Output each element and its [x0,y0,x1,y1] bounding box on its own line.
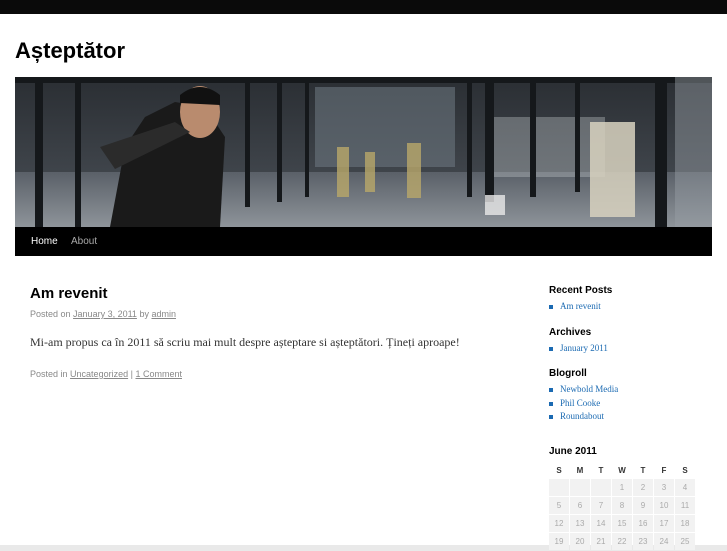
calendar-day-header: F [661,466,667,475]
post-date-link[interactable]: January 3, 2011 [73,309,137,319]
calendar-day: 18 [675,515,695,532]
recent-post-link[interactable]: Am revenit [560,301,601,311]
calendar-day-header: S [556,466,562,475]
widget-title-recent: Recent Posts [549,285,613,296]
post: Am revenit Posted on January 3, 2011 by … [30,284,510,380]
calendar-day [591,479,611,496]
list-item: Roundabout [549,410,714,424]
blogroll-link-roundabout[interactable]: Roundabout [560,411,604,421]
posted-in-label: Posted in [30,369,68,379]
top-bar [0,0,727,14]
nav-about-link[interactable]: About [71,236,97,247]
archives-widget: Archives January 2011 [549,327,714,356]
calendar-day: 2 [633,479,653,496]
list-item: January 2011 [549,342,714,356]
list-item: Phil Cooke [549,397,714,411]
calendar-widget: June 2011 S M T W T F S 1 2 3 4 5 6 7 8 … [549,446,697,551]
archive-link[interactable]: January 2011 [560,343,608,353]
calendar-day: 11 [675,497,695,514]
calendar-day: 5 [549,497,569,514]
calendar-caption: June 2011 [549,446,597,457]
nav-home-link[interactable]: Home [31,236,58,247]
calendar-day: 4 [675,479,695,496]
main-nav: Home About [15,227,712,256]
list-item: Newbold Media [549,383,714,397]
calendar-day: 8 [612,497,632,514]
widget-title-archives: Archives [549,326,592,338]
post-author-link[interactable]: admin [151,309,176,319]
calendar-day: 17 [654,515,674,532]
list-item: Am revenit [549,300,714,314]
calendar-day: 22 [612,533,632,550]
header-image [15,77,712,227]
calendar-day: 23 [633,533,653,550]
calendar-day: 6 [570,497,590,514]
post-meta: Posted on January 3, 2011 by admin [30,308,510,320]
meta-by: by [139,309,149,319]
calendar-day: 20 [570,533,590,550]
calendar-day [549,479,569,496]
calendar-day: 19 [549,533,569,550]
recent-posts-widget: Recent Posts Am revenit [549,285,714,314]
comments-link[interactable]: 1 Comment [135,369,182,379]
calendar-day-header: T [598,466,604,475]
meta-prefix: Posted on [30,309,71,319]
calendar-day: 16 [633,515,653,532]
calendar-day-header: S [682,466,688,475]
calendar-day: 21 [591,533,611,550]
calendar-day: 3 [654,479,674,496]
post-content: Mi-am propus ca în 2011 să scriu mai mul… [30,335,460,349]
blogroll-link-phil-cooke[interactable]: Phil Cooke [560,398,600,408]
widget-title-blogroll: Blogroll [549,368,587,379]
calendar-day: 13 [570,515,590,532]
category-link[interactable]: Uncategorized [70,369,128,379]
calendar-day: 1 [612,479,632,496]
utility-separator: | [130,369,133,379]
calendar-day-header: M [576,466,584,475]
calendar-day-header: T [640,466,646,475]
calendar-day: 9 [633,497,653,514]
calendar-table: S M T W T F S 1 2 3 4 5 6 7 8 9 10 11 12… [548,462,696,551]
calendar-day: 14 [591,515,611,532]
page: Așteptător Home About Am revenit Posted … [0,14,727,550]
post-utility: Posted in Uncategorized | 1 Comment [30,368,510,380]
blogroll-widget: Blogroll Newbold Media Phil Cooke Rounda… [549,368,714,424]
calendar-day-header: W [618,466,626,475]
calendar-day: 24 [654,533,674,550]
calendar-day: 25 [675,533,695,550]
calendar-day: 7 [591,497,611,514]
post-title[interactable]: Am revenit [30,284,510,304]
calendar-day: 12 [549,515,569,532]
calendar-day [570,479,590,496]
blogroll-link-newbold[interactable]: Newbold Media [560,384,618,394]
site-title[interactable]: Așteptător [15,38,125,64]
calendar-day: 10 [654,497,674,514]
calendar-day: 15 [612,515,632,532]
sidebar: Recent Posts Am revenit Archives January… [549,285,714,424]
